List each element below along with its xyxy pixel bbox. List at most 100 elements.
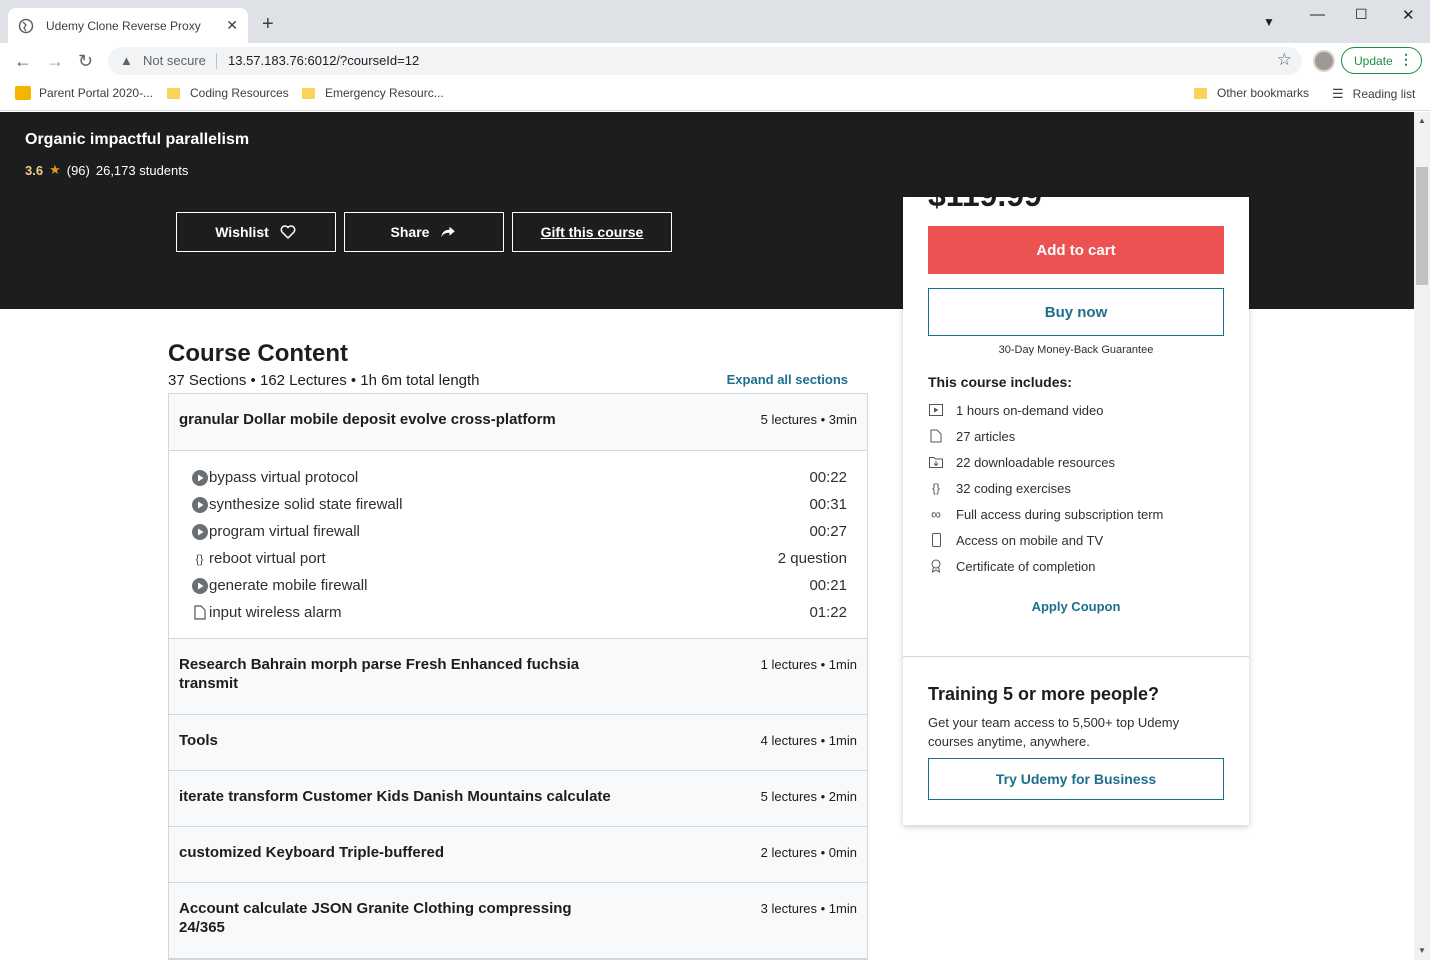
update-button[interactable]: Update ⋮ [1341,47,1422,74]
includes-heading: This course includes: [928,374,1072,390]
include-item: 22 downloadable resources [928,449,1228,475]
include-text: 22 downloadable resources [956,454,1115,470]
bookmark-emergency[interactable]: Emergency Resourc... [302,86,444,100]
warning-icon[interactable]: ▲ [120,53,133,68]
bookmark-favicon-icon [15,86,31,100]
include-item: Certificate of completion [928,553,1228,579]
includes-list: 1 hours on-demand video 27 articles 22 d… [928,397,1228,579]
update-label: Update [1354,53,1393,68]
section-title: iterate transform Customer Kids Danish M… [179,788,611,805]
browser-tab[interactable]: Udemy Clone Reverse Proxy ✕ [8,8,248,43]
include-text: Access on mobile and TV [956,532,1104,548]
section-header[interactable]: Account calculate JSON Granite Clothing … [169,883,867,959]
section-header[interactable]: granular Dollar mobile deposit evolve cr… [169,394,867,451]
lecture-title: reboot virtual port [209,550,326,567]
section-meta: 1 lectures • 1min [760,657,857,672]
reload-icon[interactable]: ↻ [78,51,93,71]
bookmark-label: Parent Portal 2020-... [39,86,154,100]
play-icon[interactable] [191,469,208,486]
lecture-item[interactable]: program virtual firewall 00:27 [191,518,847,545]
reading-list-label: Reading list [1352,87,1416,101]
maximize-icon[interactable]: ☐ [1355,6,1368,23]
folder-icon [302,87,315,99]
section-header[interactable]: Research Bahrain morph parse Fresh Enhan… [169,639,867,715]
add-to-cart-button[interactable]: Add to cart [928,226,1224,274]
lecture-title: program virtual firewall [209,523,360,540]
close-tab-icon[interactable]: ✕ [226,17,238,34]
apply-coupon-link[interactable]: Apply Coupon [903,599,1249,614]
page-scrollbar[interactable]: ▲ ▼ [1414,112,1430,960]
bookmark-label: Coding Resources [190,86,289,100]
include-item: ∞ Full access during subscription term [928,501,1228,527]
play-icon[interactable] [191,496,208,513]
section-meta: 4 lectures • 1min [760,733,857,748]
close-window-icon[interactable]: ✕ [1402,6,1415,24]
wishlist-label: Wishlist [215,224,269,240]
lecture-duration: 2 question [777,550,847,567]
play-icon[interactable] [191,523,208,540]
include-text: 32 coding exercises [956,480,1071,496]
lecture-title: synthesize solid state firewall [209,496,403,513]
section-header[interactable]: Tools 4 lectures • 1min [169,715,867,771]
lecture-duration: 00:21 [809,577,847,594]
section-lectures: bypass virtual protocol 00:22 synthesize… [169,451,867,639]
url-text[interactable]: 13.57.183.76:6012/?courseId=12 [228,53,419,68]
security-label[interactable]: Not secure [143,53,206,68]
lecture-item[interactable]: input wireless alarm 01:22 [191,599,847,626]
section-header[interactable]: iterate transform Customer Kids Danish M… [169,771,867,827]
browser-tab-strip: Udemy Clone Reverse Proxy ✕ + ▼ — ☐ ✕ [0,0,1430,43]
course-content: Course Content 37 Sections • 162 Lecture… [168,340,868,960]
buy-now-button[interactable]: Buy now [928,288,1224,336]
lecture-item[interactable]: generate mobile firewall 00:21 [191,572,847,599]
rating-count[interactable]: (96) [67,163,90,178]
menu-icon[interactable]: ⋮ [1399,51,1413,68]
play-icon[interactable] [191,577,208,594]
include-item: {} 32 coding exercises [928,475,1228,501]
share-label: Share [390,224,430,240]
section-meta: 2 lectures • 0min [760,845,857,860]
certificate-icon [928,559,944,573]
include-item: 1 hours on-demand video [928,397,1228,423]
page-viewport: Organic impactful parallelism 3.6 ★ (96)… [0,112,1414,960]
section-header[interactable]: customized Keyboard Triple-buffered 2 le… [169,827,867,883]
section-title: Research Bahrain morph parse Fresh Enhan… [179,656,580,692]
section-meta: 5 lectures • 3min [760,412,857,427]
wishlist-button[interactable]: Wishlist [176,212,336,252]
scroll-up-icon[interactable]: ▲ [1418,116,1426,125]
tab-title: Udemy Clone Reverse Proxy [46,18,201,33]
lecture-title: bypass virtual protocol [209,469,359,486]
lecture-duration: 00:22 [809,469,847,486]
reading-list[interactable]: ☰ Reading list [1332,86,1415,102]
expand-all-sections-link[interactable]: Expand all sections [727,372,848,387]
course-title: Organic impactful parallelism [25,131,250,148]
other-bookmarks[interactable]: Other bookmarks [1194,86,1309,100]
tab-search-icon[interactable]: ▼ [1263,15,1275,29]
sections-list: granular Dollar mobile deposit evolve cr… [168,393,868,960]
bookmark-coding-resources[interactable]: Coding Resources [167,86,289,100]
bookmark-star-icon[interactable]: ☆ [1277,50,1292,70]
section-title: customized Keyboard Triple-buffered [179,844,445,861]
back-icon[interactable]: ← [14,51,32,71]
lecture-item[interactable]: synthesize solid state firewall 00:31 [191,491,847,518]
profile-avatar[interactable] [1313,50,1335,72]
scrollbar-thumb[interactable] [1416,167,1428,285]
lecture-item[interactable]: bypass virtual protocol 00:22 [191,464,847,491]
rating-value: 3.6 [25,162,44,178]
try-business-button[interactable]: Try Udemy for Business [928,758,1224,800]
section-meta: 5 lectures • 2min [760,789,857,804]
minimize-icon[interactable]: — [1310,6,1325,23]
address-bar[interactable]: ▲ Not secure 13.57.183.76:6012/?courseId… [108,47,1302,75]
lecture-item[interactable]: {} reboot virtual port 2 question [191,545,847,572]
forward-icon[interactable]: → [46,51,64,71]
new-tab-icon[interactable]: + [262,14,274,34]
file-icon [191,604,208,621]
scroll-down-icon[interactable]: ▼ [1418,946,1426,955]
share-button[interactable]: Share [344,212,504,252]
globe-icon [18,18,34,33]
address-separator [216,53,217,69]
gift-course-button[interactable]: Gift this course [512,212,672,252]
browser-toolbar: ← → ↻ ▲ Not secure 13.57.183.76:6012/?co… [0,43,1430,79]
bookmark-parent-portal[interactable]: Parent Portal 2020-... [15,86,153,100]
course-content-heading: Course Content [168,340,348,367]
include-item: Access on mobile and TV [928,527,1228,553]
